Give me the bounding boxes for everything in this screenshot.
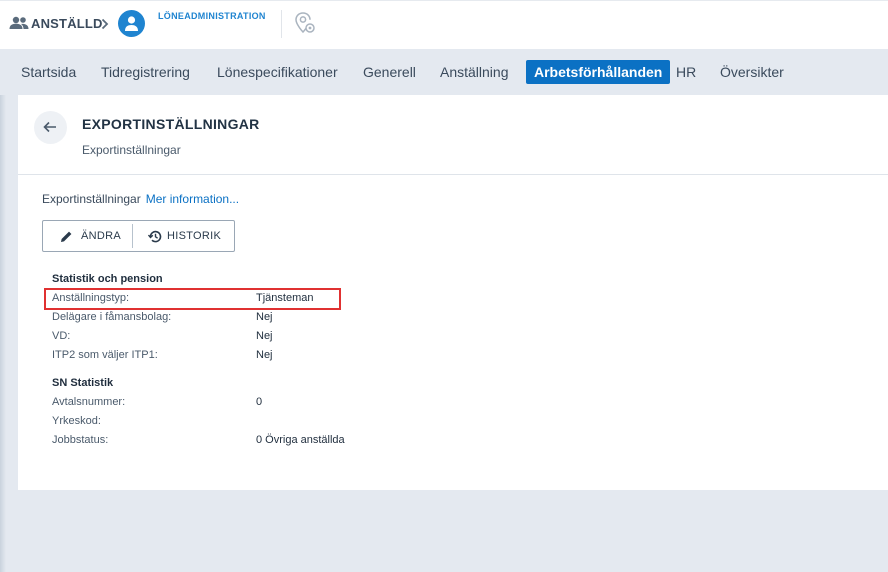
top-border (0, 0, 888, 1)
field-value-itp2: Nej (256, 349, 273, 361)
page-subtitle: Exportinställningar (82, 143, 181, 157)
history-icon (148, 230, 162, 243)
divider (281, 10, 282, 38)
field-value-jobbstatus: 0 Övriga anställda (256, 434, 345, 446)
person-icon (125, 16, 138, 31)
field-label-vd: VD: (52, 330, 71, 342)
field-label-delagare: Delägare i fåmansbolag: (52, 311, 172, 323)
tab-hr[interactable]: HR (676, 60, 696, 84)
field-value-avtalsnummer: 0 (256, 396, 263, 408)
page-title: EXPORTINSTÄLLNINGAR (82, 116, 260, 132)
location-gear-icon[interactable] (293, 11, 317, 35)
left-shade (0, 95, 6, 572)
field-label-yrkeskod: Yrkeskod: (52, 415, 101, 427)
tab-anstallning[interactable]: Anställning (440, 60, 509, 84)
chevron-right-icon (100, 17, 110, 30)
field-value-vd: Nej (256, 330, 273, 342)
tab-startsida[interactable]: Startsida (21, 60, 76, 84)
field-value-delagare: Nej (256, 311, 273, 323)
history-button-label: HISTORIK (167, 230, 222, 242)
action-button-group: ÄNDRA HISTORIK (42, 220, 235, 252)
tab-tidregistrering[interactable]: Tidregistrering (101, 60, 190, 84)
top-bar: ANSTÄLLD LÖNEADMINISTRATION (0, 0, 888, 49)
history-button[interactable]: HISTORIK (133, 221, 234, 251)
section-label: Exportinställningar Mer information... (42, 192, 239, 206)
page-header (18, 95, 888, 175)
more-info-link[interactable]: Mer information... (146, 192, 239, 206)
breadcrumb-employee[interactable]: ANSTÄLLD (31, 16, 103, 31)
edit-button-label: ÄNDRA (81, 230, 122, 242)
field-label-jobbstatus: Jobbstatus: (52, 434, 109, 446)
group-title-statistik: Statistik och pension (52, 273, 163, 285)
highlight-box (44, 288, 341, 310)
back-button[interactable] (34, 111, 67, 144)
tab-generell[interactable]: Generell (363, 60, 416, 84)
group-title-sn-statistik: SN Statistik (52, 377, 114, 389)
tab-oversikter[interactable]: Översikter (720, 60, 784, 84)
edit-button[interactable]: ÄNDRA (43, 221, 132, 251)
section-label-text: Exportinställningar (42, 192, 141, 206)
tab-arbetsforhallanden[interactable]: Arbetsförhållanden (526, 60, 671, 84)
pencil-icon (61, 231, 72, 242)
avatar[interactable] (118, 10, 145, 37)
users-icon (9, 16, 29, 30)
content-card: EXPORTINSTÄLLNINGAR Exportinställningar … (18, 95, 888, 490)
field-label-avtalsnummer: Avtalsnummer: (52, 396, 126, 408)
tab-lonespecifikationer[interactable]: Lönespecifikationer (217, 60, 338, 84)
arrow-left-icon (43, 121, 56, 133)
field-label-itp2: ITP2 som väljer ITP1: (52, 349, 158, 361)
breadcrumb-payroll[interactable]: LÖNEADMINISTRATION (158, 11, 266, 21)
